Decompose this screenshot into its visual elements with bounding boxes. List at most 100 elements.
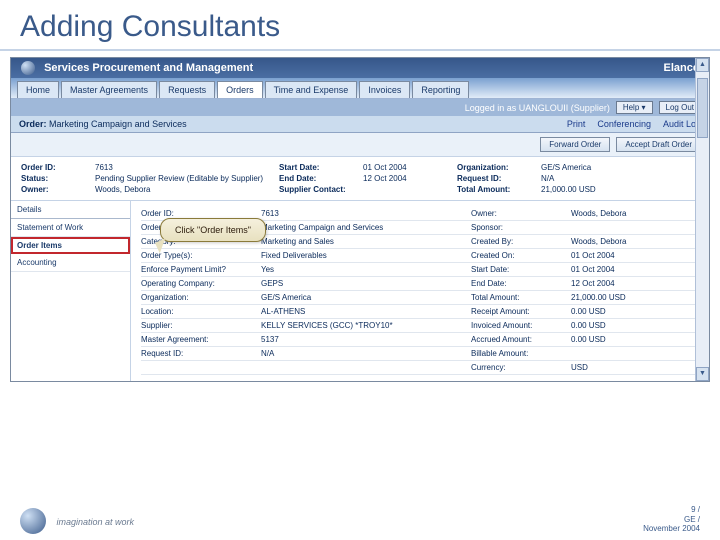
info-status-label: Status: — [21, 174, 91, 183]
slide-title: Adding Consultants — [0, 0, 720, 51]
app-title: Services Procurement and Management — [44, 62, 253, 74]
order-label: Order: — [19, 119, 47, 129]
info-owner-label: Owner: — [21, 185, 91, 194]
detail-label — [141, 363, 261, 372]
detail-row: Operating Company:GEPSEnd Date:12 Oct 20… — [141, 277, 699, 291]
side-item-accounting[interactable]: Accounting — [11, 254, 130, 272]
info-owner-value: Woods, Debora — [95, 185, 275, 194]
app-container: Services Procurement and Management Elan… — [10, 57, 710, 382]
detail-row: Enforce Payment Limit?YesStart Date:01 O… — [141, 263, 699, 277]
tab-home[interactable]: Home — [17, 81, 59, 98]
help-button[interactable]: Help ▾ — [616, 101, 653, 114]
tab-orders[interactable]: Orders — [217, 81, 263, 98]
detail-label: Total Amount: — [471, 293, 571, 302]
info-end-date-label: End Date: — [279, 174, 359, 183]
tabs-row: Home Master Agreements Requests Orders T… — [11, 78, 709, 99]
info-total-amount-label: Total Amount: — [457, 185, 537, 194]
accept-draft-order-button[interactable]: Accept Draft Order — [616, 137, 701, 152]
detail-value: 0.00 USD — [571, 321, 681, 330]
scrollbar[interactable]: ▲ ▼ — [695, 58, 709, 381]
page-info: 9 / GE / November 2004 — [643, 505, 700, 534]
detail-value: KELLY SERVICES (GCC) *TROY10* — [261, 321, 471, 330]
scroll-up-icon[interactable]: ▲ — [696, 58, 709, 72]
info-order-id-label: Order ID: — [21, 163, 91, 172]
side-item-details[interactable]: Details — [11, 201, 130, 219]
ge-logo-icon — [20, 508, 46, 534]
info-request-id-value: N/A — [541, 174, 631, 183]
info-order-id-value: 7613 — [95, 163, 275, 172]
detail-row: Currency:USD — [141, 361, 699, 375]
detail-value: 01 Oct 2004 — [571, 251, 681, 260]
detail-label: Start Date: — [471, 265, 571, 274]
detail-label: Billable Amount: — [471, 349, 571, 358]
action-row: Forward Order Accept Draft Order — [11, 133, 709, 157]
help-label: Help — [623, 103, 639, 112]
link-print[interactable]: Print — [567, 119, 586, 129]
info-supplier-contact-value — [363, 185, 453, 194]
detail-label: Operating Company: — [141, 279, 261, 288]
detail-value — [571, 223, 681, 232]
detail-row: Order Type(s):Fixed DeliverablesCreated … — [141, 249, 699, 263]
detail-row: Location:AL-ATHENSReceipt Amount:0.00 US… — [141, 305, 699, 319]
detail-value — [571, 349, 681, 358]
detail-value: Marketing Campaign and Services — [261, 223, 471, 232]
footer-org: GE / — [643, 515, 700, 525]
detail-value: Yes — [261, 265, 471, 274]
logged-in-text: Logged in as UANGLOUII (Supplier) — [465, 103, 610, 113]
detail-row: Request ID:N/ABillable Amount: — [141, 347, 699, 361]
detail-value: 0.00 USD — [571, 307, 681, 316]
detail-label: Sponsor: — [471, 223, 571, 232]
order-info-grid: Order ID: 7613 Start Date: 01 Oct 2004 O… — [11, 157, 709, 201]
scroll-thumb[interactable] — [697, 78, 708, 138]
detail-value: N/A — [261, 349, 471, 358]
detail-label: Receipt Amount: — [471, 307, 571, 316]
detail-row: Master Agreement:5137Accrued Amount:0.00… — [141, 333, 699, 347]
info-end-date-value: 12 Oct 2004 — [363, 174, 453, 183]
app-brand: Elance — [664, 62, 699, 74]
tab-time-expense[interactable]: Time and Expense — [265, 81, 358, 98]
body-area: Details Statement of Work Order Items Ac… — [11, 201, 709, 381]
info-request-id-label: Request ID: — [457, 174, 537, 183]
detail-label: Invoiced Amount: — [471, 321, 571, 330]
tab-requests[interactable]: Requests — [159, 81, 215, 98]
detail-value: 7613 — [261, 209, 471, 218]
app-logo-icon — [21, 61, 35, 75]
side-item-order-items[interactable]: Order Items — [11, 237, 130, 254]
detail-label: Supplier: — [141, 321, 261, 330]
order-name: Marketing Campaign and Services — [49, 119, 187, 129]
info-start-date-value: 01 Oct 2004 — [363, 163, 453, 172]
detail-label: Enforce Payment Limit? — [141, 265, 261, 274]
order-title-bar: Order: Marketing Campaign and Services P… — [11, 116, 709, 133]
info-supplier-contact-label: Supplier Contact: — [279, 185, 359, 194]
page-number: 9 / — [643, 505, 700, 515]
side-item-sow[interactable]: Statement of Work — [11, 219, 130, 237]
detail-label: End Date: — [471, 279, 571, 288]
scroll-down-icon[interactable]: ▼ — [696, 367, 709, 381]
detail-value: USD — [571, 363, 681, 372]
slide-footer: imagination at work 9 / GE / November 20… — [0, 505, 720, 534]
info-organization-label: Organization: — [457, 163, 537, 172]
detail-label: Location: — [141, 307, 261, 316]
info-organization-value: GE/S America — [541, 163, 631, 172]
detail-label: Currency: — [471, 363, 571, 372]
link-conferencing[interactable]: Conferencing — [597, 119, 651, 129]
detail-value: Marketing and Sales — [261, 237, 471, 246]
ge-tagline: imagination at work — [56, 517, 134, 527]
info-start-date-label: Start Date: — [279, 163, 359, 172]
detail-value: 12 Oct 2004 — [571, 279, 681, 288]
forward-order-button[interactable]: Forward Order — [540, 137, 610, 152]
user-bar: Logged in as UANGLOUII (Supplier) Help ▾… — [11, 99, 709, 116]
tab-master-agreements[interactable]: Master Agreements — [61, 81, 157, 98]
detail-label: Created By: — [471, 237, 571, 246]
detail-label: Master Agreement: — [141, 335, 261, 344]
detail-label: Request ID: — [141, 349, 261, 358]
tab-reporting[interactable]: Reporting — [412, 81, 469, 98]
side-menu: Details Statement of Work Order Items Ac… — [11, 201, 131, 381]
detail-label: Order ID: — [141, 209, 261, 218]
detail-value: Woods, Debora — [571, 209, 681, 218]
info-status-value: Pending Supplier Review (Editable by Sup… — [95, 174, 275, 183]
app-header: Services Procurement and Management Elan… — [11, 58, 709, 78]
detail-label: Accrued Amount: — [471, 335, 571, 344]
tab-invoices[interactable]: Invoices — [359, 81, 410, 98]
detail-value: 5137 — [261, 335, 471, 344]
